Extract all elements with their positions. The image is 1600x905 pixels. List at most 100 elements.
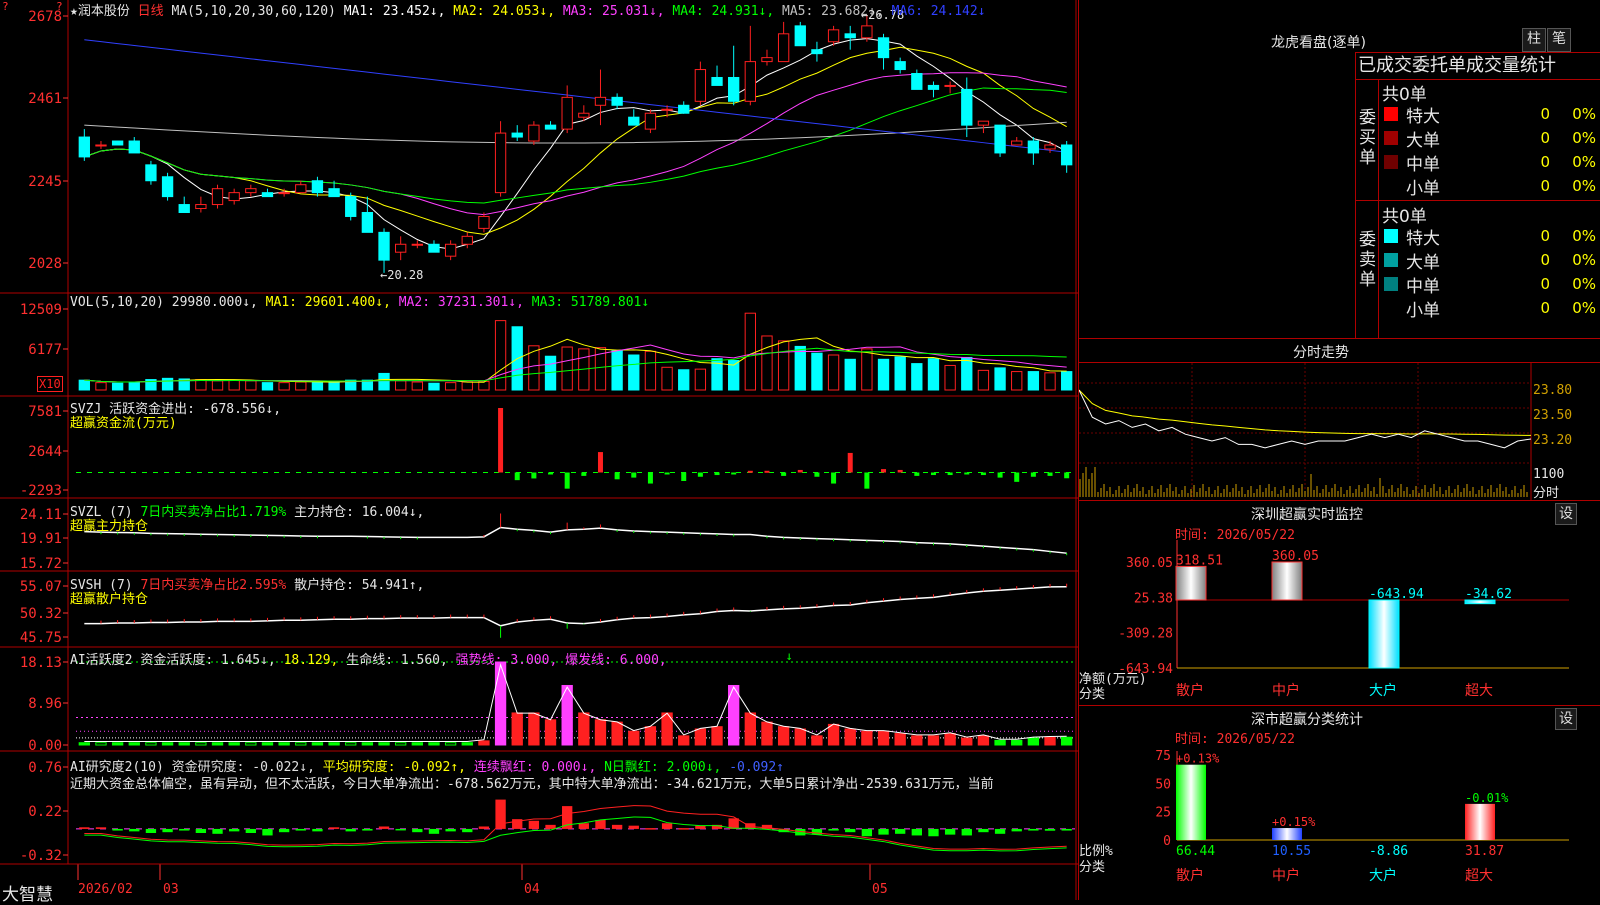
- volume-bar: [494, 320, 507, 391]
- stats-tabs[interactable]: 已成交委托单成交量统计: [1355, 52, 1600, 80]
- svzj-bar: [881, 469, 887, 473]
- volume-bar: [128, 381, 140, 391]
- ai1-bar: [694, 728, 707, 746]
- sell-row: 小单 0 0%: [1380, 296, 1600, 321]
- monitor-bar-label: -34.62: [1465, 587, 1512, 602]
- class-unit-2: 分类: [1079, 860, 1106, 875]
- period-label[interactable]: 日线: [138, 4, 164, 19]
- svzj-bar: [781, 472, 787, 476]
- monitor-bar-大户: [1368, 599, 1400, 669]
- buy-row: 特大 0 0%: [1380, 102, 1600, 127]
- ai1-bar: [161, 742, 174, 746]
- candle-body: [428, 243, 440, 253]
- ai1-bar: [894, 733, 906, 746]
- ai1-bar: [145, 742, 157, 746]
- ai2-bar: [79, 827, 90, 829]
- volume-bar: [428, 382, 440, 391]
- volume-bar: [761, 335, 773, 391]
- monitor-chart[interactable]: 360.05 25.38 -309.28 -643.94 318.51 散户 360.05 中…: [1079, 540, 1600, 705]
- candle-body: [1061, 144, 1073, 166]
- class-category: 中户: [1272, 867, 1300, 884]
- sell-count: 0: [1540, 299, 1550, 317]
- order-stats: 委买单 委卖单 共0单 共0单 特大 0 0% 大单 0 0% 中单 0 0% 小单 0 0% 特大 0…: [1355, 80, 1600, 338]
- candle-body: [461, 235, 473, 245]
- ai1-bar: [95, 742, 107, 746]
- dragon-title: 龙虎看盘(逐单): [1271, 35, 1366, 51]
- buy-rows: 特大 0 0% 大单 0 0% 中单 0 0% 小单 0 0%: [1380, 102, 1600, 199]
- buy-row: 小单 0 0%: [1380, 174, 1600, 199]
- ai2-bar: [961, 828, 972, 836]
- ai1-bar: [128, 742, 140, 746]
- ai1-bar: [711, 726, 723, 746]
- ai1-items: 资金活跃度: 1.645↓, 18.129, 生命线: 1.560, 强势线: …: [140, 653, 666, 668]
- volume-bar: [395, 380, 407, 391]
- top-question-mark: ?: [56, 0, 63, 13]
- monitor-category: 中户: [1272, 682, 1300, 699]
- sell-pct: 0%: [1572, 227, 1596, 245]
- buy-row: 大单 0 0%: [1380, 126, 1600, 151]
- class-settings-button[interactable]: 设: [1555, 708, 1577, 730]
- buy-pct: 0%: [1572, 153, 1596, 171]
- ai1-bar: [944, 733, 956, 746]
- volume-bar: [844, 358, 856, 391]
- volume-bar: [994, 367, 1006, 391]
- ai1-bar: [461, 742, 473, 746]
- ai1-bar: [961, 737, 973, 746]
- candle-body: [311, 180, 324, 194]
- candle-body: [328, 188, 340, 198]
- ai1-item-3: 强势线: 3.000,: [447, 653, 558, 668]
- intraday-chart[interactable]: [1079, 363, 1600, 500]
- class-change-label: +0.13%: [1176, 752, 1220, 766]
- volume-bar: [644, 350, 657, 391]
- ai2-y-tick: -0.32: [20, 848, 62, 864]
- monitor-y-tick: 25.38: [1134, 591, 1173, 606]
- ai2-bar: [129, 828, 140, 832]
- monitor-bar-散户: [1175, 565, 1207, 601]
- svzj-bar: [997, 472, 1003, 478]
- svsh-name: 超赢散户持仓: [70, 592, 149, 607]
- candle-body: [1044, 144, 1056, 150]
- ai1-bar: [395, 742, 407, 746]
- ai2-y-tick: 0.76: [28, 760, 62, 776]
- sell-pct: 0%: [1572, 275, 1596, 293]
- vol-unit[interactable]: X10: [37, 376, 63, 392]
- candle-body: [694, 69, 707, 102]
- ai1-bar: [611, 721, 623, 746]
- svzj-bar: [797, 469, 803, 473]
- svzj-bar: [747, 470, 753, 473]
- volume-bar: [877, 358, 890, 391]
- candle-body: [944, 84, 956, 87]
- ai2-bar: [861, 828, 873, 837]
- brand-label[interactable]: 大智慧: [2, 880, 53, 905]
- monitor-settings-button[interactable]: 设: [1555, 503, 1577, 525]
- ai1-bar: [977, 735, 990, 746]
- candle-body: [278, 192, 290, 195]
- svzj-bar: [764, 470, 770, 473]
- class-chart[interactable]: 75 50 25 0 +0.13% 66.44 散户 +0.15% 10.55 中户 -8.86 大户…: [1079, 745, 1600, 900]
- buy-pct: 0%: [1572, 129, 1596, 147]
- ai2-red-line: [84, 805, 1067, 850]
- volume-bar: [744, 312, 756, 391]
- bar-mode-button[interactable]: 柱: [1522, 28, 1546, 52]
- price-y-tick: 2028: [28, 256, 62, 272]
- ma-value-2: MA3: 25.031↓,: [555, 4, 665, 19]
- stock-name[interactable]: ★润本股份: [70, 4, 130, 19]
- candle-body: [611, 96, 623, 106]
- buy-count: 0: [1540, 153, 1550, 171]
- volume-bar: [311, 380, 324, 391]
- svzj-bar: [1047, 472, 1053, 476]
- candle-body: [211, 188, 224, 206]
- pen-mode-button[interactable]: 笔: [1547, 28, 1571, 52]
- candle-body: [478, 215, 490, 229]
- class-pct-label: 10.55: [1272, 844, 1311, 859]
- ai1-bar: [678, 735, 690, 746]
- candle-body: [977, 120, 990, 126]
- svzj-bar: [714, 472, 720, 476]
- ai2-bar: [278, 828, 290, 833]
- ai1-bar: [761, 721, 773, 746]
- vol-label: VOL(5,10,20): [70, 295, 164, 310]
- ai2-bar: [212, 828, 223, 834]
- candle-body: [827, 29, 840, 43]
- svzj-y-tick: 7581: [28, 404, 62, 420]
- ai1-bar: [311, 742, 324, 746]
